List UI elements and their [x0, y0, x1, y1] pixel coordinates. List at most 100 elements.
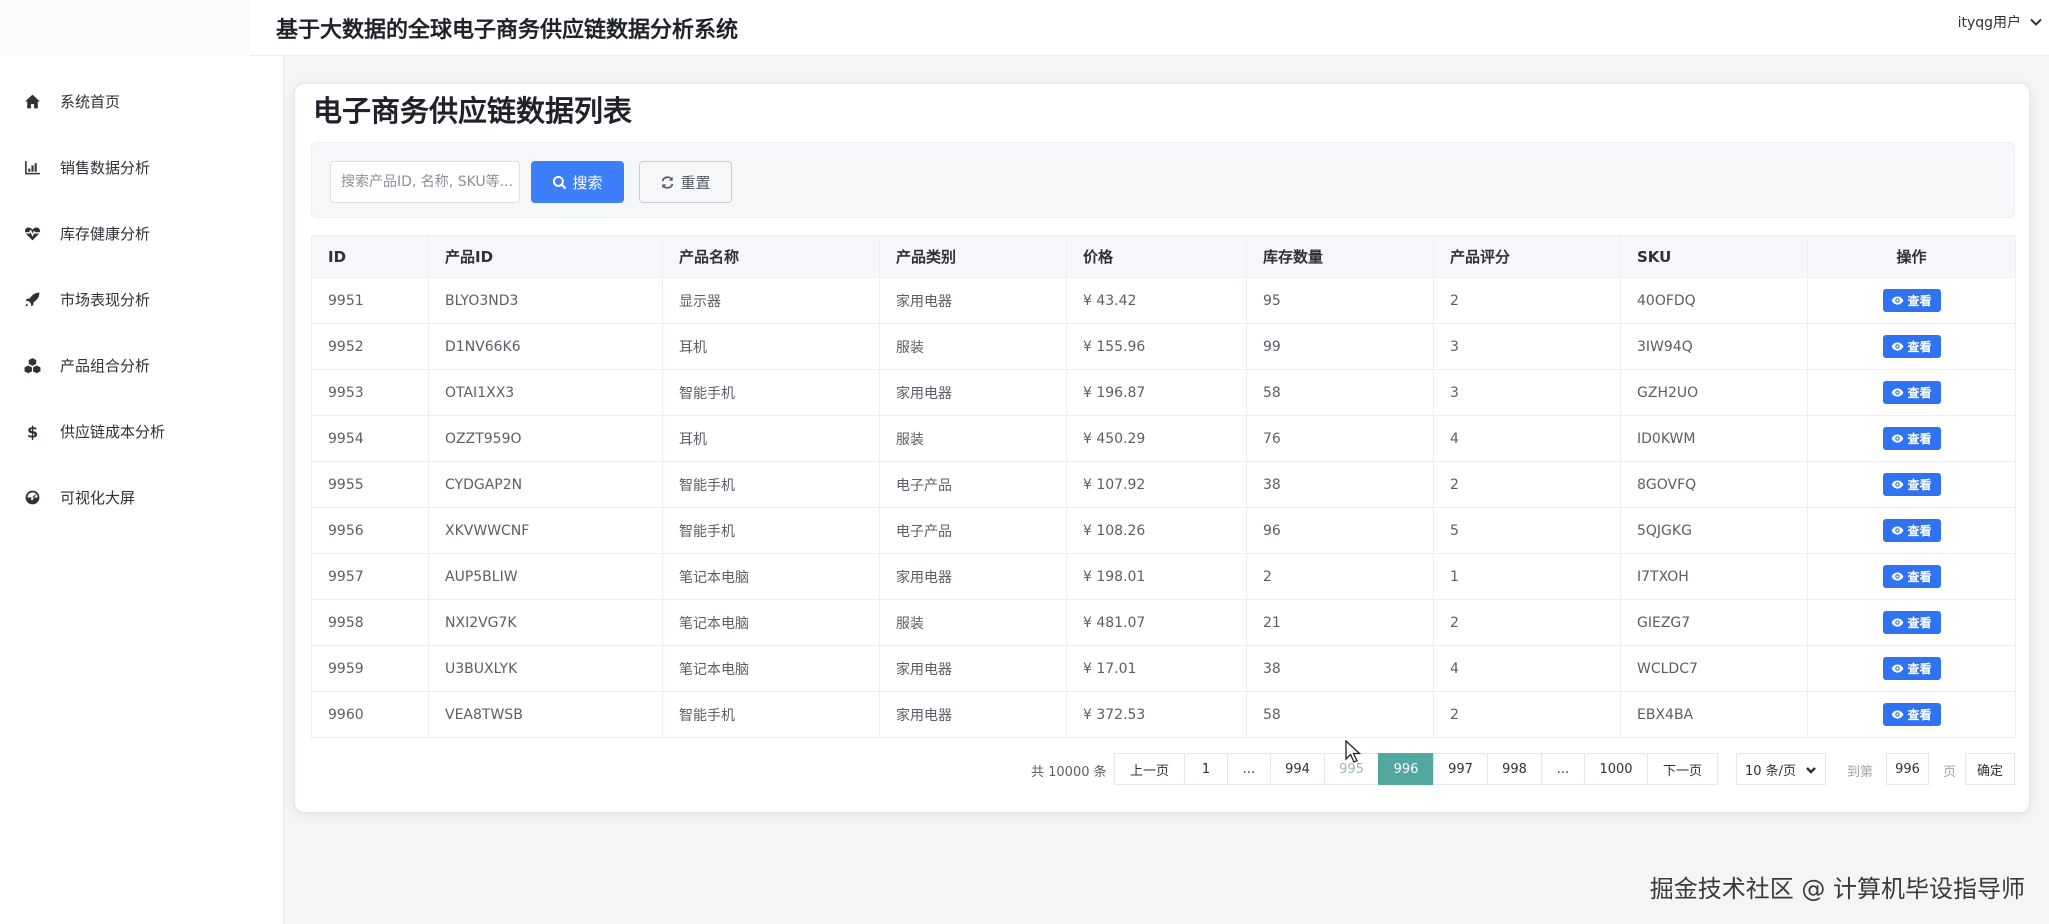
- view-button[interactable]: 查看: [1882, 657, 1941, 680]
- table-row: 9954 OZZT959O 耳机 服装 ¥ 450.29 76 4 ID0KWM 查看: [311, 415, 2016, 462]
- table-cell: ID0KWM: [1620, 415, 1808, 462]
- search-icon: [553, 175, 567, 189]
- reset-button[interactable]: 重置: [639, 161, 732, 203]
- column-header: 价格: [1066, 235, 1247, 278]
- column-header: SKU: [1620, 235, 1808, 278]
- table-cell: 9960: [311, 691, 429, 738]
- search-button[interactable]: 搜索: [531, 161, 624, 203]
- page-ellipsis[interactable]: ...: [1227, 753, 1271, 785]
- table-cell: U3BUXLYK: [428, 645, 663, 692]
- table-cell: 2: [1433, 277, 1621, 324]
- view-button[interactable]: 查看: [1882, 611, 1941, 634]
- eye-icon: [1892, 710, 1904, 719]
- view-button[interactable]: 查看: [1882, 381, 1941, 404]
- sidebar-item-inventory-health[interactable]: 库存健康分析: [0, 200, 283, 266]
- table-cell: ¥ 43.42: [1066, 277, 1247, 324]
- table-cell: CYDGAP2N: [428, 461, 663, 508]
- table-cell: 耳机: [662, 415, 880, 462]
- bar-chart-icon: [22, 157, 42, 177]
- table-cell: GIEZG7: [1620, 599, 1808, 646]
- view-button-label: 查看: [1907, 294, 1932, 308]
- sidebar-item-market-performance[interactable]: 市场表现分析: [0, 266, 283, 332]
- table-cell: 笔记本电脑: [662, 553, 880, 600]
- page-button[interactable]: 998: [1487, 753, 1542, 785]
- main-card: 电子商务供应链数据列表 搜索 重置 ID产品ID产品名称产品类别价格库存数量产品…: [294, 83, 2030, 813]
- sidebar-item-product-portfolio[interactable]: 产品组合分析: [0, 332, 283, 398]
- page-ellipsis[interactable]: ...: [1541, 753, 1585, 785]
- table-cell: ¥ 372.53: [1066, 691, 1247, 738]
- view-button-label: 查看: [1907, 708, 1932, 722]
- view-button[interactable]: 查看: [1882, 519, 1941, 542]
- table-cell: ¥ 17.01: [1066, 645, 1247, 692]
- dashboard-icon: [22, 487, 42, 507]
- search-input[interactable]: [330, 161, 520, 203]
- user-menu[interactable]: ityqg用户: [1958, 12, 2043, 32]
- view-button[interactable]: 查看: [1882, 427, 1941, 450]
- reset-button-label: 重置: [680, 173, 711, 192]
- view-button[interactable]: 查看: [1882, 289, 1941, 312]
- table-cell: ¥ 196.87: [1066, 369, 1247, 416]
- app-title: 基于大数据的全球电子商务供应链数据分析系统: [276, 17, 739, 43]
- table-cell-action: 查看: [1807, 691, 2016, 738]
- goto-page-input[interactable]: [1886, 753, 1929, 785]
- table-cell: 38: [1246, 645, 1434, 692]
- sidebar-item-sales-analysis[interactable]: 销售数据分析: [0, 134, 283, 200]
- prev-page-button[interactable]: 上一页: [1114, 753, 1185, 785]
- page-button[interactable]: 997: [1433, 753, 1488, 785]
- svg-text:$: $: [26, 423, 37, 440]
- column-header: 库存数量: [1246, 235, 1434, 278]
- page-button[interactable]: 1000: [1584, 753, 1648, 785]
- table-row: 9959 U3BUXLYK 笔记本电脑 家用电器 ¥ 17.01 38 4 WCLDC7 查看: [311, 645, 2016, 692]
- column-header: 产品类别: [879, 235, 1067, 278]
- next-page-button[interactable]: 下一页: [1647, 753, 1718, 785]
- table-cell-action: 查看: [1807, 415, 2016, 462]
- table-cell: 家用电器: [879, 277, 1067, 324]
- view-button[interactable]: 查看: [1882, 565, 1941, 588]
- table-cell: 9959: [311, 645, 429, 692]
- top-header: 基于大数据的全球电子商务供应链数据分析系统 ityqg用户: [250, 0, 2049, 56]
- table-cell: ¥ 481.07: [1066, 599, 1247, 646]
- home-icon: [22, 91, 42, 111]
- sidebar-item-label: 库存健康分析: [60, 224, 151, 243]
- table-cell: OZZT959O: [428, 415, 663, 462]
- table-cell: GZH2UO: [1620, 369, 1808, 416]
- page-button[interactable]: 1: [1184, 753, 1228, 785]
- table-cell: 智能手机: [662, 507, 880, 554]
- table-cell: 99: [1246, 323, 1434, 370]
- table-cell: 4: [1433, 415, 1621, 462]
- eye-icon: [1892, 388, 1904, 397]
- table-cell: 服装: [879, 599, 1067, 646]
- sidebar-item-home[interactable]: 系统首页: [0, 68, 283, 134]
- sidebar-item-dashboard[interactable]: 可视化大屏: [0, 464, 283, 530]
- sidebar-item-supply-cost[interactable]: $ 供应链成本分析: [0, 398, 283, 464]
- table-cell: 95: [1246, 277, 1434, 324]
- page-button-current[interactable]: 996: [1378, 753, 1434, 785]
- user-name: ityqg用户: [1957, 15, 2021, 31]
- refresh-icon: [662, 175, 674, 189]
- table-cell: 显示器: [662, 277, 880, 324]
- column-header: 产品评分: [1433, 235, 1621, 278]
- table-cell: ¥ 108.26: [1066, 507, 1247, 554]
- table-cell: 智能手机: [662, 369, 880, 416]
- sidebar-logo-area: [0, 0, 283, 56]
- page-size-select[interactable]: 10 条/页: [1736, 753, 1826, 785]
- goto-confirm-button[interactable]: 确定: [1965, 753, 2015, 785]
- page-button[interactable]: 994: [1270, 753, 1325, 785]
- view-button[interactable]: 查看: [1882, 473, 1941, 496]
- view-button[interactable]: 查看: [1882, 703, 1941, 726]
- table-cell: 2: [1433, 691, 1621, 738]
- table-cell-action: 查看: [1807, 507, 2016, 554]
- table-cell: 家用电器: [879, 691, 1067, 738]
- table-row: 9957 AUP5BLIW 笔记本电脑 家用电器 ¥ 198.01 2 1 I7TXOH 查看: [311, 553, 2016, 600]
- sidebar-menu: 系统首页 销售数据分析 库存健康分析 市场表现分析 产品组合分析 $ 供应链成本…: [0, 56, 283, 530]
- table-cell: WCLDC7: [1620, 645, 1808, 692]
- view-button[interactable]: 查看: [1882, 335, 1941, 358]
- eye-icon: [1892, 664, 1904, 673]
- column-header: 操作: [1807, 235, 2016, 278]
- table-cell-action: 查看: [1807, 553, 2016, 600]
- table-cell: 笔记本电脑: [662, 599, 880, 646]
- table-cell: 76: [1246, 415, 1434, 462]
- eye-icon: [1892, 480, 1904, 489]
- pagination-total: 共 10000 条: [1031, 765, 1107, 780]
- table-cell: 智能手机: [662, 691, 880, 738]
